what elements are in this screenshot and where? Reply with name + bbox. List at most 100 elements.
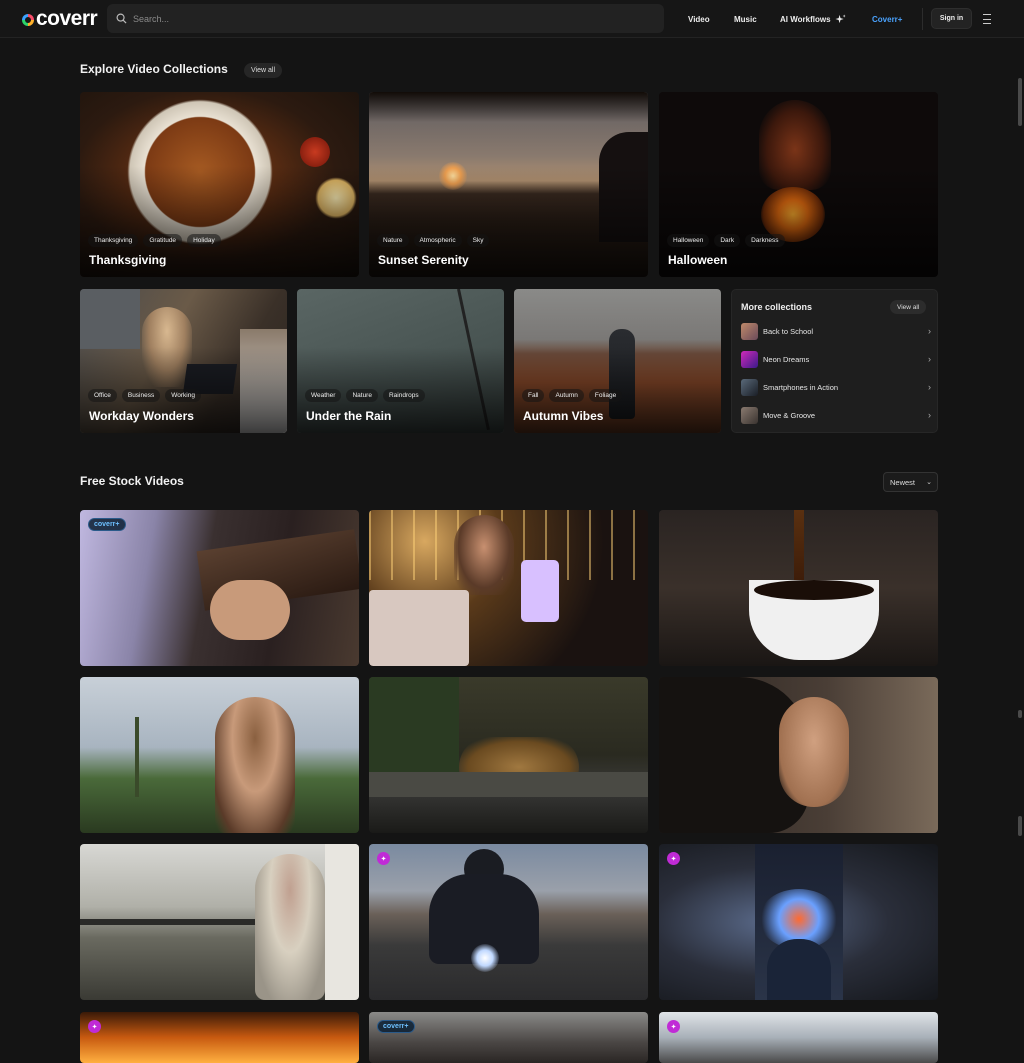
collection-title: Autumn Vibes [523,409,604,423]
tag[interactable]: Weather [305,389,342,402]
more-collection-item[interactable]: Neon Dreams › [741,350,931,368]
woman-face-image [779,697,849,807]
collection-card-under-the-rain[interactable]: Weather Nature Raindrops Under the Rain [297,289,504,433]
tag[interactable]: Holiday [187,234,221,247]
collection-title: Under the Rain [306,409,392,423]
search-bar[interactable] [107,4,664,33]
sparkle-icon [834,13,846,23]
tag[interactable]: Sky [466,234,490,247]
coverr-plus-badge: coverr+ [88,518,126,531]
tag[interactable]: Halloween [667,234,710,247]
tag[interactable]: Nature [377,234,409,247]
video-tile-people[interactable]: coverr+ [369,1012,648,1063]
video-tile-woman-profile[interactable] [659,677,938,833]
more-collection-item[interactable]: Move & Groove › [741,406,931,424]
search-input[interactable] [133,13,633,24]
collection-thumbnail [741,406,758,424]
video-tile-coffee[interactable] [659,510,938,666]
scrollbar-thumb[interactable] [1018,78,1022,126]
video-tile-motorcycle[interactable]: ✦ [369,844,648,1000]
tag[interactable]: Business [121,389,161,402]
more-collection-label: Back to School [763,326,814,336]
nav-music-link[interactable]: Music [734,0,757,38]
woman-image [215,697,295,833]
tag[interactable]: Autumn [549,389,584,402]
collection-card-thanksgiving[interactable]: Thanksgiving Gratitude Holiday Thanksgiv… [80,92,359,277]
nav-video-label: Video [688,14,710,24]
ai-sparkle-icon: ✦ [667,1020,680,1033]
tag[interactable]: Office [88,389,117,402]
view-all-label: View all [897,303,920,311]
collection-card-autumn-vibes[interactable]: Fall Autumn Foliage Autumn Vibes [514,289,721,433]
wall-image [325,844,359,1000]
tree-canopy-image [369,92,648,122]
tag[interactable]: Atmospheric [413,234,462,247]
figure-image [767,939,831,1000]
video-tile-head-explosion[interactable]: ✦ [659,844,938,1000]
sort-value: Newest [890,477,916,487]
tag[interactable]: Working [165,389,201,402]
nav-ai-workflows-link[interactable]: AI Workflows [780,0,846,38]
ai-sparkle-icon: ✦ [88,1020,101,1033]
tag[interactable]: Fall [522,389,545,402]
video-tile-office-man[interactable]: ✦ [659,1012,938,1063]
nav-coverr-plus-label: Coverr+ [872,14,903,24]
coverr-logo[interactable]: coverr [22,7,98,31]
video-tile-dog[interactable] [369,677,648,833]
header-divider [922,8,923,30]
palm-tree-image [135,717,139,797]
scrollbar-marker [1018,816,1022,836]
office-window-image [80,289,140,349]
collection-thumbnail [741,350,758,368]
video-tile-fire[interactable]: ✦ [80,1012,359,1063]
video-tile-phone-lights[interactable] [369,510,648,666]
headlight-image [471,944,499,972]
coverr-plus-badge: coverr+ [377,1020,415,1033]
older-man-image [255,854,325,1000]
collection-title: Thanksgiving [89,253,167,267]
plants-image [369,677,459,777]
nav-coverr-plus-link[interactable]: Coverr+ [872,0,902,38]
tag[interactable]: Dark [714,234,741,247]
tag[interactable]: Raindrops [382,389,425,402]
ai-sparkle-icon: ✦ [667,852,680,865]
ai-sparkle-icon: ✦ [377,852,390,865]
more-collections-panel: More collections View all Back to School… [731,289,938,433]
video-tile-man-writing[interactable] [80,844,359,1000]
badge-label: coverr+ [94,521,120,528]
menu-icon[interactable] [980,12,994,26]
collection-card-workday-wonders[interactable]: Office Business Working Workday Wonders [80,289,287,433]
logo-text: coverr [36,7,98,30]
free-videos-section-title: Free Stock Videos [80,474,184,488]
sign-in-button[interactable]: Sign in [931,8,972,29]
coffee-stream-image [794,510,804,590]
more-collection-label: Neon Dreams [763,354,810,364]
badge-label: coverr+ [383,1023,409,1030]
tag[interactable]: Foliage [588,389,623,402]
collections-view-all-button[interactable]: View all [244,63,282,78]
nav-video-link[interactable]: Video [688,0,710,38]
more-collection-item[interactable]: Smartphones in Action › [741,378,931,396]
more-collection-item[interactable]: Back to School › [741,322,931,340]
bench-image [369,772,648,797]
top-navigation-bar: coverr Video Music AI Workflows Coverr+ … [0,0,1024,38]
chevron-right-icon: › [928,382,931,392]
tag[interactable]: Nature [346,389,378,402]
more-collection-label: Smartphones in Action [763,382,839,392]
scrollbar-track[interactable] [1016,38,1024,1063]
collections-section-title: Explore Video Collections [80,62,228,76]
video-tile-guitar[interactable]: coverr+ [80,510,359,666]
collection-thumbnail [741,322,758,340]
collection-card-sunset-serenity[interactable]: Nature Atmospheric Sky Sunset Serenity [369,92,648,277]
nav-music-label: Music [734,14,757,24]
collection-title: Workday Wonders [89,409,194,423]
video-tile-woman-palms[interactable] [80,677,359,833]
tomato-image [300,137,330,167]
view-all-label: View all [251,67,275,74]
more-collections-view-all-button[interactable]: View all [890,300,927,314]
tag[interactable]: Darkness [745,234,785,247]
sort-select[interactable]: Newest ⌄ [883,472,938,492]
tag[interactable]: Thanksgiving [88,234,139,247]
tag[interactable]: Gratitude [143,234,183,247]
collection-card-halloween[interactable]: Halloween Dark Darkness Halloween [659,92,938,277]
